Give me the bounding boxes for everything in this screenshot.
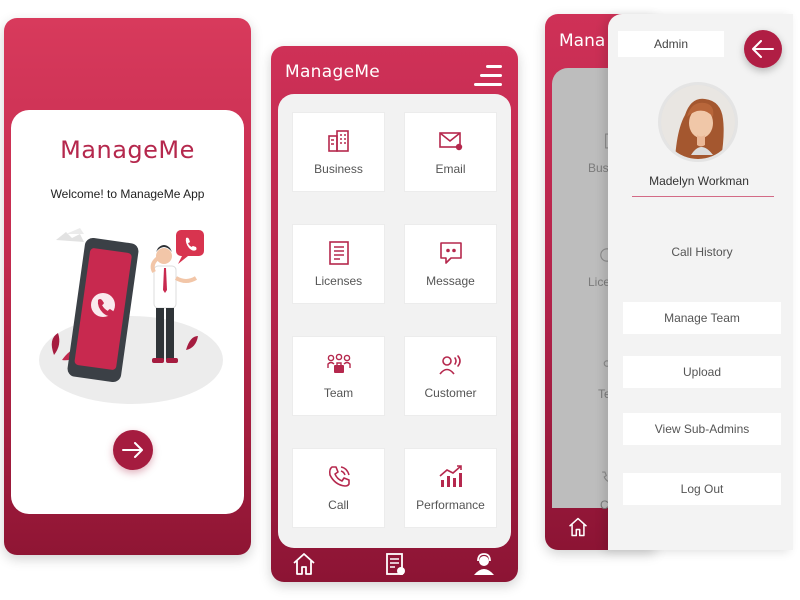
tile-team[interactable]: Team [292, 336, 385, 416]
splash-screen: ManageMe Welcome! to ManageMe App [4, 18, 251, 555]
tile-customer[interactable]: Customer [404, 336, 497, 416]
welcome-text: Welcome! to ManageMe App [50, 187, 205, 201]
user-photo [661, 85, 735, 159]
tile-call[interactable]: Call [292, 448, 385, 528]
chart-icon [438, 465, 462, 487]
support-agent-icon[interactable] [471, 551, 497, 577]
chat-icon [439, 242, 462, 264]
phone-icon [328, 466, 350, 487]
tile-label: Team [323, 386, 354, 400]
dashboard-screen: ManageMe Business Email Licenses Message… [271, 46, 518, 582]
phone-call-illustration [39, 228, 223, 404]
arrow-left-icon [752, 40, 774, 58]
tile-label: Message [426, 274, 475, 288]
next-button[interactable] [113, 430, 153, 470]
hamburger-menu-icon[interactable] [474, 65, 502, 87]
menu-call-history[interactable]: Call History [623, 236, 781, 268]
notes-icon[interactable] [382, 551, 408, 577]
team-icon [326, 353, 351, 373]
back-button[interactable] [744, 30, 782, 68]
menu-manage-team[interactable]: Manage Team [623, 302, 781, 334]
tile-label: Business [314, 162, 363, 176]
home-icon[interactable] [291, 551, 317, 577]
home-icon[interactable] [567, 516, 589, 538]
navigation-drawer: Admin Madelyn Workman Call History Manag… [608, 14, 793, 550]
tile-label: Performance [416, 498, 485, 512]
divider [632, 196, 774, 197]
dashboard-logo: ManageMe [285, 62, 381, 82]
tile-licenses[interactable]: Licenses [292, 224, 385, 304]
avatar[interactable] [658, 82, 738, 162]
app-logo: ManageMe [60, 136, 195, 164]
customer-icon [438, 355, 461, 375]
tile-label: Email [435, 162, 466, 176]
tile-business[interactable]: Business [292, 112, 385, 192]
ghost-label: Lice [588, 275, 611, 289]
app-showcase: ManageMe Welcome! to ManageMe App Manage… [0, 0, 800, 600]
user-name: Madelyn Workman [649, 174, 749, 188]
tile-label: Customer [424, 386, 477, 400]
splash-card: ManageMe Welcome! to ManageMe App [11, 110, 244, 514]
arrow-right-icon [122, 442, 143, 458]
bottom-nav [271, 546, 518, 582]
role-badge: Admin [618, 31, 724, 57]
tile-message[interactable]: Message [404, 224, 497, 304]
menu-upload[interactable]: Upload [623, 356, 781, 388]
dashboard-grid: Business Email Licenses Message Team Cus… [278, 94, 511, 548]
dashboard-logo-partial: Mana [559, 31, 606, 51]
document-icon [328, 241, 349, 265]
menu-log-out[interactable]: Log Out [623, 473, 781, 505]
tile-label: Licenses [314, 274, 363, 288]
tile-performance[interactable]: Performance [404, 448, 497, 528]
tile-label: Call [328, 498, 349, 512]
tile-email[interactable]: Email [404, 112, 497, 192]
building-icon [327, 130, 349, 152]
menu-view-sub-admins[interactable]: View Sub-Admins [623, 413, 781, 445]
mail-icon [438, 132, 462, 151]
